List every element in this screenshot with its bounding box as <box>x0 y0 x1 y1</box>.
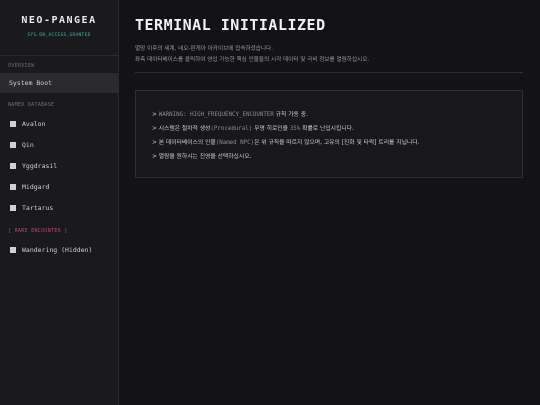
square-icon <box>10 184 16 190</box>
instruction-text: 좌측 데이터베이스를 클릭하여 영입 가능한 핵심 인물들의 시각 데이터 및 … <box>135 57 370 63</box>
square-icon <box>10 142 16 148</box>
intro-text: 멸망 이후의 세계, 네오-판게아 아카이브에 접속하셨습니다. <box>135 46 273 52</box>
terminal-code: (Procedural) <box>210 126 253 132</box>
sidebar-item-label: Qin <box>22 141 34 149</box>
page-title: TERMINAL INITIALIZED <box>135 16 326 34</box>
terminal-line: > WARNING: HIGH_FREQUENCY_ENCOUNTER 규칙 가… <box>152 109 308 118</box>
sidebar-item-label: Midgard <box>22 183 50 191</box>
terminal-code: (Named NPC) <box>215 140 255 146</box>
prompt-glyph: > <box>152 112 159 118</box>
terminal-text: > 열람을 원하시는 진영을 선택하십시오. <box>152 154 252 160</box>
terminal-text: 규칙 가동 중. <box>273 112 308 118</box>
terminal-text: 확률로 난입시킵니다. <box>300 126 354 132</box>
sidebar-item-avalon[interactable]: Avalon <box>0 114 118 134</box>
terminal-panel: > WARNING: HIGH_FREQUENCY_ENCOUNTER 규칙 가… <box>135 90 523 178</box>
sidebar-item-label: System Boot <box>9 79 53 87</box>
sidebar-item-midgard[interactable]: Midgard <box>0 177 118 197</box>
square-icon <box>10 121 16 127</box>
terminal-line: > 시스템은 절차적 생성(Procedural) 무명 히로인을 35% 확률… <box>152 123 354 132</box>
app-title: NEO-PANGEA <box>21 15 97 26</box>
sidebar-item-label: Avalon <box>22 120 46 128</box>
terminal-text: 은 위 규칙을 따르지 않으며, 고유의 [진화 및 타락] 트리를 지닙니다. <box>254 140 420 146</box>
sidebar-item-label: Wandering (Hidden) <box>22 246 93 254</box>
access-status: SYS.DB_ACCESS_GRANTED <box>27 33 91 38</box>
warning-code: WARNING: HIGH_FREQUENCY_ENCOUNTER <box>158 112 274 118</box>
sidebar-item-label: Yggdrasil <box>22 162 58 170</box>
sidebar-item-qin[interactable]: Qin <box>0 135 118 155</box>
named-database-section-label: NAMED DATABASE <box>8 102 55 108</box>
square-icon <box>10 205 16 211</box>
square-icon <box>10 163 16 169</box>
terminal-text: 무명 히로인을 <box>252 126 290 132</box>
divider <box>135 72 523 73</box>
sidebar-item-system-boot[interactable]: System Boot <box>0 73 118 93</box>
terminal-text: > 시스템은 절차적 생성 <box>152 126 211 132</box>
terminal-line: > 본 데이터베이스의 인물(Named NPC)은 위 규칙을 따르지 않으며… <box>152 137 419 146</box>
terminal-text: > 본 데이터베이스의 인물 <box>152 140 216 146</box>
rare-encounter-section-label: [ RARE ENCOUNTER ] <box>8 228 68 234</box>
sidebar-item-tartarus[interactable]: Tartarus <box>0 198 118 218</box>
square-icon <box>10 247 16 253</box>
sidebar-item-wandering-hidden[interactable]: Wandering (Hidden) <box>0 240 118 260</box>
sidebar: NEO-PANGEA SYS.DB_ACCESS_GRANTED OVERVIE… <box>0 0 119 405</box>
main-content: TERMINAL INITIALIZED 멸망 이후의 세계, 네오-판게아 아… <box>118 0 540 405</box>
brand-header: NEO-PANGEA SYS.DB_ACCESS_GRANTED <box>0 0 118 56</box>
overview-section-label: OVERVIEW <box>8 63 35 69</box>
sidebar-item-label: Tartarus <box>22 204 54 212</box>
sidebar-item-yggdrasil[interactable]: Yggdrasil <box>0 156 118 176</box>
terminal-line: > 열람을 원하시는 진영을 선택하십시오. <box>152 151 251 160</box>
terminal-code: 35% <box>289 126 301 132</box>
